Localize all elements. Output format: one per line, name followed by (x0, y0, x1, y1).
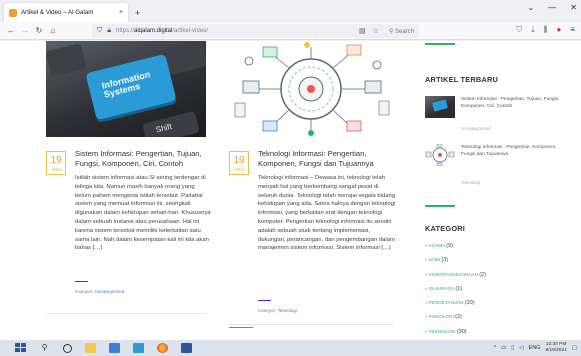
home-icon[interactable]: ⌂ (46, 26, 60, 35)
date-month: AGU (51, 167, 61, 172)
post-excerpt: Istilah sistem informasi atau SI sering … (75, 175, 211, 252)
category-item[interactable]: » Agama (9) (425, 239, 565, 253)
forward-icon[interactable]: → (18, 26, 32, 35)
green-accent-bar (425, 43, 455, 45)
category-item[interactable]: » Pengetahuan (20) (425, 296, 565, 310)
reader-view-icon[interactable]: ▤ (359, 27, 366, 35)
pocket-icon[interactable]: ⛉ (516, 25, 522, 35)
category-link[interactable]: Teknologi (278, 308, 297, 313)
address-bar[interactable]: ⛉ 🔒︎ https://alqalam.digital/artikel-vid… (92, 24, 419, 38)
downloads-icon[interactable]: ⤓ (531, 25, 535, 35)
close-tab-icon[interactable]: × (119, 9, 123, 16)
lock-icon[interactable]: 🔒︎ (107, 27, 111, 35)
post-category: Kategori: Teknologi (258, 308, 298, 313)
divider (46, 313, 206, 314)
divider (229, 324, 394, 325)
shield-icon[interactable]: ⛉ (97, 27, 102, 35)
separator (75, 281, 88, 282)
system-tray: ^ ▭ ▯ ◁ ENG 12:30 PM 8/19/2021 ▢ (493, 342, 577, 354)
post-thumbnail[interactable] (425, 96, 455, 118)
date-badge: 19 AGU (229, 151, 249, 175)
post-image-keyboard[interactable]: Information Systems Shift (46, 41, 206, 137)
it-thumbnail-icon (425, 143, 455, 167)
back-icon[interactable]: ← (4, 26, 18, 35)
addon-icon[interactable]: ● (556, 25, 561, 35)
network-icon[interactable]: ▭ (501, 345, 506, 351)
language-indicator[interactable]: ENG (529, 345, 541, 351)
shift-key: Shift (142, 110, 200, 137)
firefox-icon[interactable] (157, 343, 168, 353)
category-item[interactable]: » Hobi (3) (425, 253, 565, 267)
date-day: 19 (233, 155, 245, 166)
sidebar: ARTIKEL TERBARU Sistem Informasi : Penge… (425, 41, 575, 340)
post-thumbnail[interactable] (425, 143, 455, 167)
tab-title: Artikel & Video – Al Galam (21, 9, 94, 16)
url-text[interactable]: https://alqalam.digital/artikel-video/ (116, 28, 359, 34)
close-window-icon[interactable]: ✕ (570, 3, 577, 12)
category-item[interactable]: » Kewarganegaraan (2) (425, 268, 565, 282)
menu-icon[interactable]: ≡ (570, 25, 575, 35)
app-icon[interactable] (133, 343, 144, 353)
category-link[interactable]: Uncategorized (95, 289, 125, 294)
battery-icon[interactable]: ▯ (511, 345, 514, 351)
reload-icon[interactable]: ↻ (32, 26, 46, 35)
green-accent-line (229, 327, 253, 328)
page-content: Information Systems Shift 19 AGU Sistem … (0, 41, 581, 340)
search-icon[interactable]: ⚲ (39, 343, 50, 353)
category-item[interactable]: » Teknologi (30) (425, 325, 565, 339)
file-explorer-icon[interactable] (85, 343, 96, 353)
it-illustration-icon (234, 42, 390, 136)
chevron-up-icon[interactable]: ^ (493, 345, 496, 351)
post-category: Kategori: Uncategorized (75, 289, 125, 294)
windows-start-icon[interactable] (15, 343, 26, 353)
recent-articles-title: ARTIKEL TERBARU (425, 75, 499, 84)
urlbar-actions: ▤ ☆ (359, 27, 379, 35)
date-month: AGU (234, 167, 244, 172)
site-favicon-icon (9, 8, 17, 17)
minimize-icon[interactable]: — (548, 3, 556, 12)
post-title-link[interactable]: Sistem Informasi: Pengertian, Tujuan, Fu… (75, 149, 210, 168)
taskbar: ⚲ ^ ▭ ▯ ◁ ENG 12:30 PM 8/19/2021 ▢ (0, 340, 581, 356)
separator (258, 300, 271, 301)
post-title-link[interactable]: Teknologi Informasi: Pengertian, Kompone… (258, 149, 388, 168)
toolbar-right: ⛉ ⤓ ⫼ ● ≡ (516, 25, 575, 35)
bookmark-star-icon[interactable]: ☆ (373, 27, 379, 35)
keyboard-key (163, 41, 206, 76)
volume-icon[interactable]: ◁ (519, 345, 523, 351)
recent-post-title[interactable]: Sistem Informasi : Pengertian, Tujuan, F… (461, 96, 567, 110)
list-all-tabs-icon[interactable]: ⌄ (528, 3, 535, 12)
category-list: » Agama (9) » Hobi (3) » Kewarganegaraan… (425, 239, 565, 339)
post-image-it-illustration[interactable] (229, 41, 394, 137)
clock[interactable]: 12:30 PM 8/19/2021 (545, 342, 566, 354)
browser-navbar: ← → ↻ ⌂ ⛉ 🔒︎ https://alqalam.digital/art… (0, 22, 581, 40)
search-field[interactable]: ⚲ Search (389, 28, 414, 35)
category-item[interactable]: » Psikologi (2) (425, 310, 565, 324)
cortana-icon[interactable] (63, 343, 72, 353)
store-icon[interactable] (109, 343, 120, 353)
word-icon[interactable] (181, 343, 192, 353)
date-badge: 19 AGU (46, 151, 66, 175)
recent-post-category[interactable]: Teknologi (461, 180, 480, 185)
new-tab-button[interactable]: + (135, 8, 140, 18)
green-accent-bar (425, 205, 455, 207)
categories-title: KATEGORI (425, 224, 466, 233)
browser-tab[interactable]: Artikel & Video – Al Galam × (4, 3, 128, 22)
library-icon[interactable]: ⫼ (544, 25, 548, 35)
search-icon: ⚲ (388, 28, 394, 35)
category-item[interactable]: » Olahraga (1) (425, 282, 565, 296)
recent-post-title[interactable]: Teknologi Informasi : Pengertian, Kompon… (461, 144, 567, 158)
browser-tabbar: Artikel & Video – Al Galam × + (0, 0, 581, 22)
key-label: Information Systems (100, 69, 152, 101)
recent-post-category[interactable]: Uncategorized (461, 126, 491, 131)
date-day: 19 (50, 155, 62, 166)
post-excerpt: Teknologi informasi – Dewasa ini, teknol… (258, 175, 396, 252)
keyboard-key (46, 43, 87, 77)
window-controls: ⌄ — ✕ (528, 3, 577, 12)
information-systems-key: Information Systems (85, 53, 177, 121)
notifications-icon[interactable]: ▢ (572, 345, 577, 351)
post-card: Information Systems Shift 19 AGU Sistem … (46, 41, 211, 314)
post-card: 19 AGU Teknologi Informasi: Pengertian, … (229, 41, 395, 328)
